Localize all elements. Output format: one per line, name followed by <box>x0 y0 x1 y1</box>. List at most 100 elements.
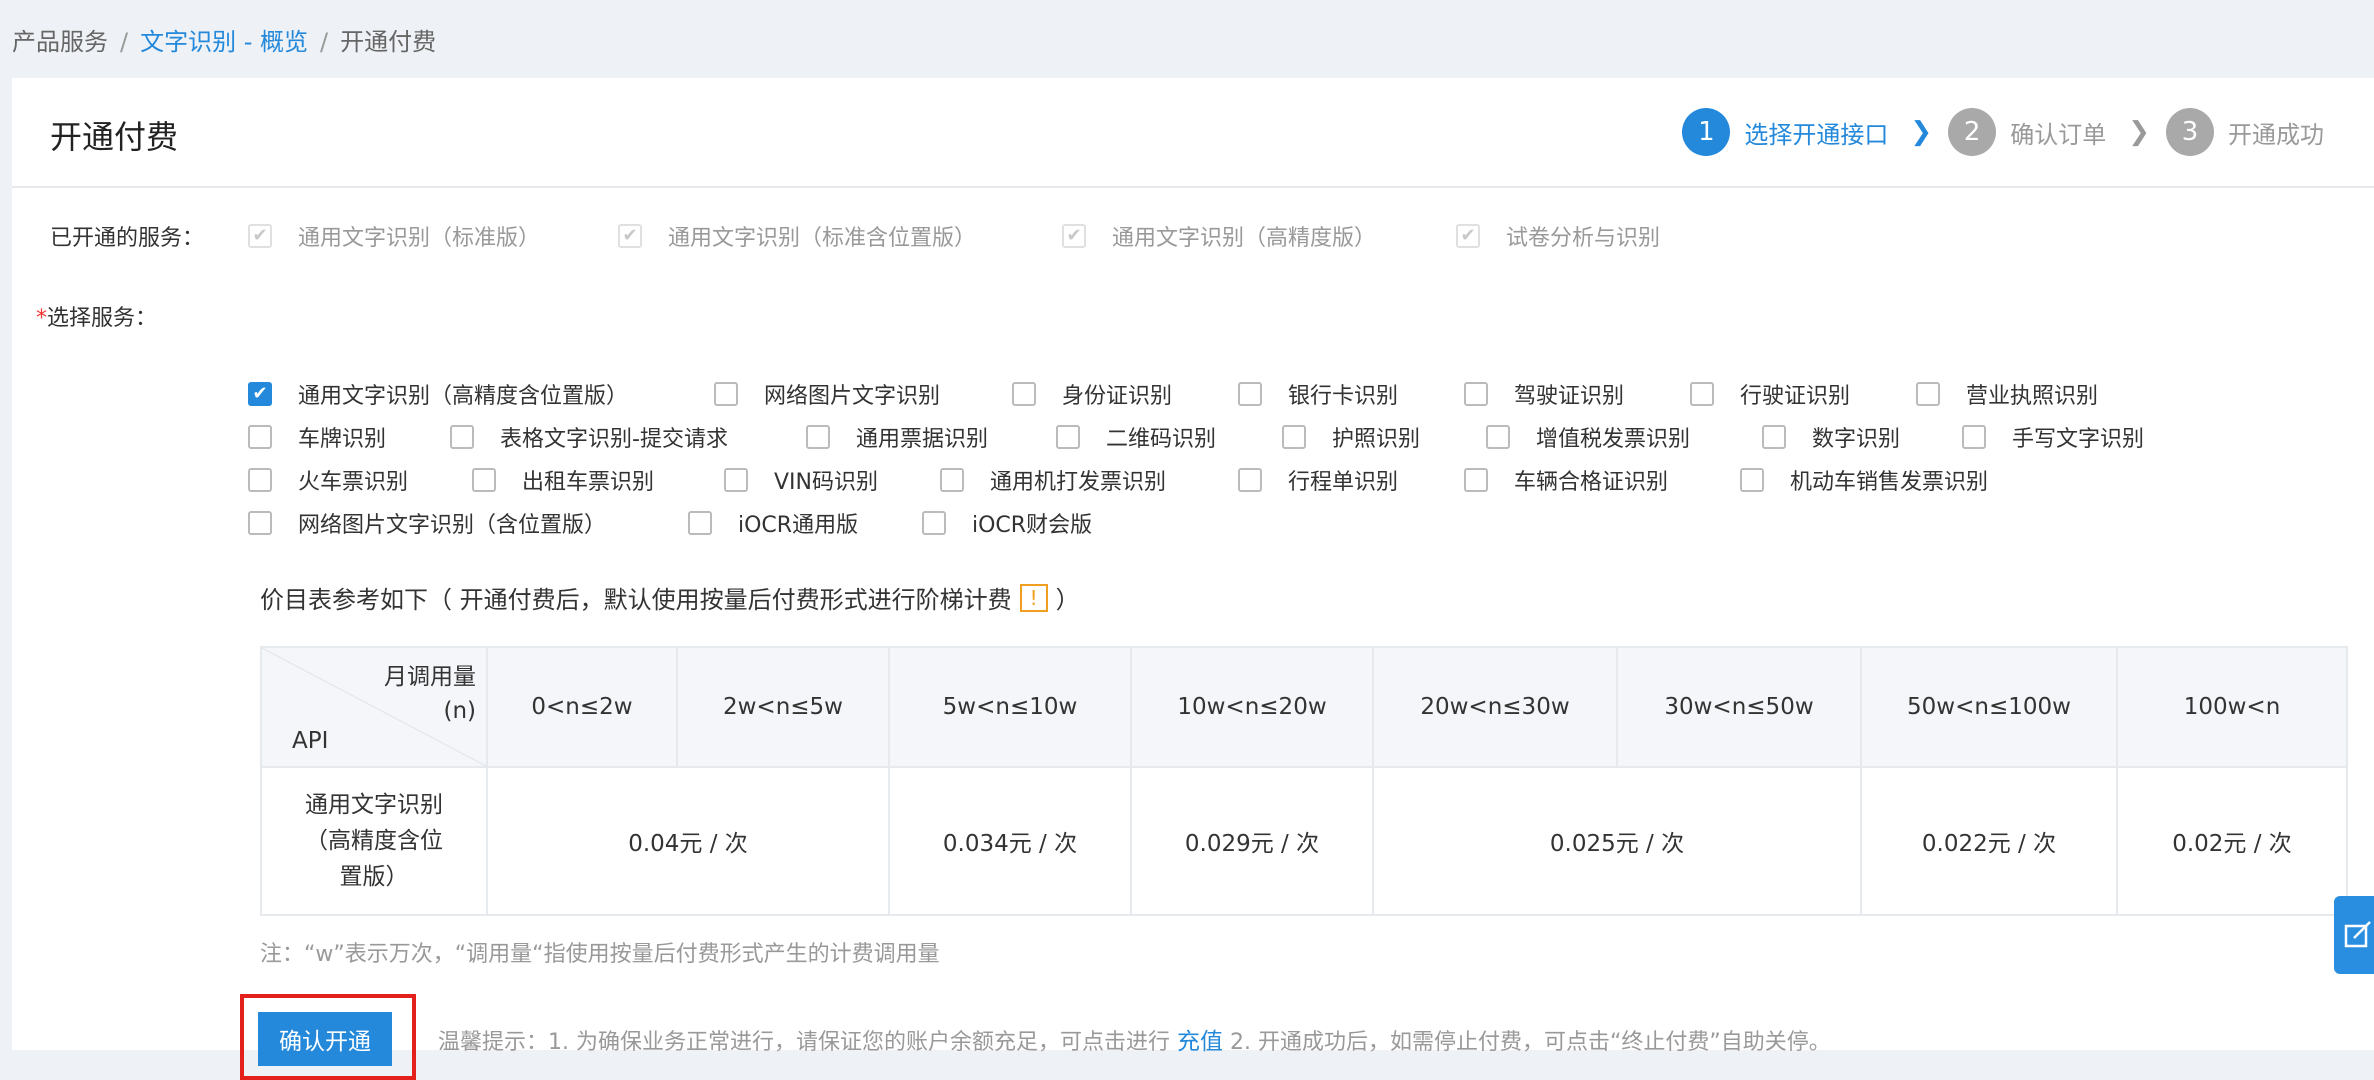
service-option[interactable]: 行程单识别 <box>1238 464 1398 496</box>
service-option[interactable]: 网络图片文字识别 <box>714 378 940 410</box>
step-2-number: 2 <box>1948 108 1997 156</box>
service-option[interactable]: VIN码识别 <box>724 464 878 496</box>
step-2-label: 确认订单 <box>2010 120 2107 149</box>
service-option-label: 通用票据识别 <box>856 427 989 452</box>
warm-tip: 温馨提示：1. 为确保业务正常进行，请保证您的账户余额充足，可点击进行 充值 2… <box>438 1022 1831 1056</box>
table-corner-cell: 月调用量 (n) API <box>260 646 488 768</box>
checkbox[interactable] <box>1486 425 1510 449</box>
check-icon: ✔ <box>252 225 268 246</box>
service-option-label: 车牌识别 <box>298 427 387 452</box>
service-option-label: 驾驶证识别 <box>1514 384 1625 409</box>
service-option[interactable]: 通用机打发票识别 <box>940 464 1166 496</box>
checkbox[interactable] <box>472 468 496 492</box>
breadcrumb-root[interactable]: 产品服务 <box>12 28 108 56</box>
corner-top-line2: (n) <box>443 698 476 724</box>
checkbox[interactable] <box>1762 425 1786 449</box>
checkbox[interactable] <box>1012 382 1036 406</box>
checkbox[interactable] <box>1464 382 1488 406</box>
breadcrumb-link-ocr-overview[interactable]: 文字识别 - 概览 <box>140 28 308 56</box>
checkbox[interactable] <box>1916 382 1940 406</box>
checkbox[interactable] <box>1238 468 1262 492</box>
checkbox[interactable] <box>1056 425 1080 449</box>
service-option-label: 营业执照识别 <box>1966 384 2099 409</box>
check-icon: ✔ <box>1460 225 1476 246</box>
table-row: 通用文字识别 （高精度含位 置版） 0.04元 / 次 0.034元 / 次 0… <box>260 766 2348 916</box>
opened-service-label: 通用文字识别（标准版） <box>298 226 541 251</box>
checkbox[interactable] <box>940 468 964 492</box>
service-option-label: 火车票识别 <box>298 470 409 495</box>
checkbox[interactable] <box>922 511 946 535</box>
service-option[interactable]: 机动车销售发票识别 <box>1740 464 1988 496</box>
service-option[interactable]: 护照识别 <box>1282 421 1420 453</box>
service-option[interactable]: iOCR财会版 <box>922 507 1092 539</box>
confirm-open-button[interactable]: 确认开通 <box>258 1012 392 1066</box>
service-option[interactable]: 身份证识别 <box>1012 378 1172 410</box>
service-option-label: 二维码识别 <box>1106 427 1217 452</box>
service-option[interactable]: 二维码识别 <box>1056 421 1216 453</box>
checkbox[interactable] <box>248 511 272 535</box>
checkbox[interactable] <box>1282 425 1306 449</box>
price-cell: 0.022元 / 次 <box>1860 766 2118 916</box>
service-option[interactable]: 网络图片文字识别（含位置版） <box>248 507 606 539</box>
price-cell: 0.029元 / 次 <box>1130 766 1374 916</box>
checkbox-disabled: ✔ <box>618 224 642 248</box>
service-option[interactable]: 手写文字识别 <box>1962 421 2144 453</box>
service-option[interactable]: 银行卡识别 <box>1238 378 1398 410</box>
checkbox[interactable] <box>688 511 712 535</box>
checkbox[interactable] <box>1238 382 1262 406</box>
checkbox[interactable] <box>1690 382 1714 406</box>
breadcrumb-separator: / <box>320 28 329 56</box>
step-1-label: 选择开通接口 <box>1744 120 1889 149</box>
warning-icon[interactable]: ! <box>1019 583 1048 612</box>
step-3-number: 3 <box>2166 108 2214 156</box>
service-option-label: 出租车票识别 <box>522 470 655 495</box>
step-1-number: 1 <box>1682 108 1731 156</box>
checkbox[interactable] <box>724 468 748 492</box>
price-cell: 0.02元 / 次 <box>2116 766 2348 916</box>
service-option[interactable]: 数字识别 <box>1762 421 1900 453</box>
api-name-cell: 通用文字识别 （高精度含位 置版） <box>260 766 488 916</box>
checkbox[interactable] <box>714 382 738 406</box>
checkbox-checked[interactable]: ✔ <box>248 382 272 406</box>
price-note-text: 价目表参考如下（ 开通付费后，默认使用按量后付费形式进行阶梯计费 <box>260 586 1012 614</box>
checkbox[interactable] <box>248 425 272 449</box>
feedback-float-button[interactable] <box>2334 896 2374 974</box>
checkbox-disabled: ✔ <box>1062 224 1086 248</box>
table-header-cell: 10w<n≤20w <box>1130 646 1374 768</box>
service-option[interactable]: 增值税发票识别 <box>1486 421 1690 453</box>
service-option[interactable]: 车辆合格证识别 <box>1464 464 1668 496</box>
header-divider <box>12 186 2374 188</box>
service-option[interactable]: 车牌识别 <box>248 421 386 453</box>
service-option[interactable]: 通用票据识别 <box>806 421 988 453</box>
service-option[interactable]: 驾驶证识别 <box>1464 378 1624 410</box>
service-option-label: 增值税发票识别 <box>1536 427 1691 452</box>
service-option[interactable]: ✔ 通用文字识别（高精度含位置版） <box>248 378 628 410</box>
checkbox[interactable] <box>450 425 474 449</box>
recharge-link[interactable]: 充值 <box>1177 1029 1223 1055</box>
service-option-label: 手写文字识别 <box>2012 427 2145 452</box>
main-card: 开通付费 1 选择开通接口 ❯ 2 确认订单 ❯ 3 开通成功 已开通的服务： … <box>12 78 2374 1080</box>
service-option[interactable]: iOCR通用版 <box>688 507 858 539</box>
select-services-label: *选择服务： <box>36 300 157 332</box>
service-option-label: 网络图片文字识别 <box>764 384 941 409</box>
service-option-label: 护照识别 <box>1332 427 1421 452</box>
service-option[interactable]: 营业执照识别 <box>1916 378 2098 410</box>
checkbox[interactable] <box>248 468 272 492</box>
api-name-line: 通用文字识别 <box>305 792 443 818</box>
opened-services-label: 已开通的服务： <box>50 226 205 251</box>
step-3-label: 开通成功 <box>2228 120 2324 149</box>
opened-service: ✔ 试卷分析与识别 <box>1456 220 1660 252</box>
chevron-right-icon: ❯ <box>2128 117 2150 147</box>
step-1: 1 选择开通接口 ❯ <box>1682 108 1948 156</box>
checkbox[interactable] <box>1740 468 1764 492</box>
service-option[interactable]: 行驶证识别 <box>1690 378 1850 410</box>
checkbox[interactable] <box>1962 425 1986 449</box>
table-footnote: 注：“w”表示万次，“调用量“指使用按量后付费形式产生的计费调用量 <box>260 942 940 967</box>
checkbox[interactable] <box>1464 468 1488 492</box>
checkbox[interactable] <box>806 425 830 449</box>
service-option[interactable]: 火车票识别 <box>248 464 408 496</box>
price-table: 月调用量 (n) API 0<n≤2w 2w<n≤5w 5w<n≤10w 10w<… <box>260 646 2348 916</box>
service-option[interactable]: 表格文字识别-提交请求 <box>450 421 728 453</box>
service-option[interactable]: 出租车票识别 <box>472 464 654 496</box>
select-services-text: 选择服务： <box>47 306 158 331</box>
